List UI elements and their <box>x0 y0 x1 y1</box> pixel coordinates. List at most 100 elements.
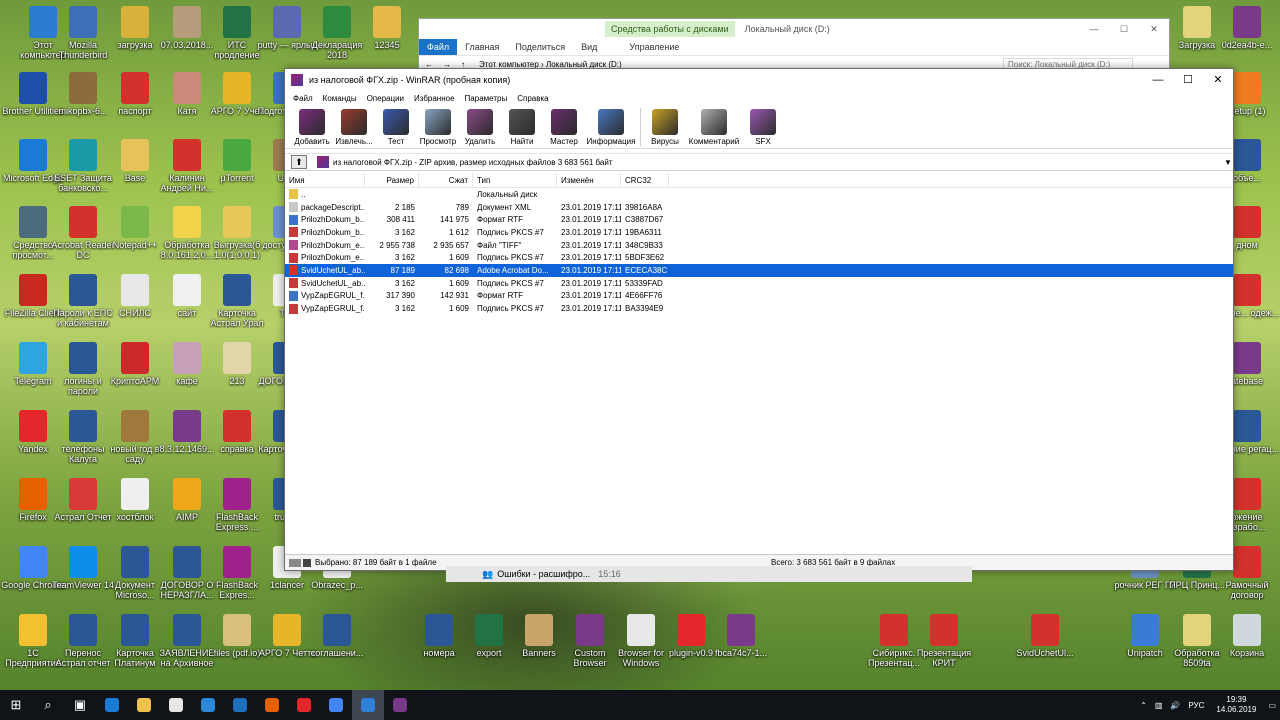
tab-home[interactable]: Главная <box>457 42 507 52</box>
network-icon[interactable]: ▥ <box>1151 701 1167 710</box>
explorer-titlebar[interactable]: Средства работы с дисками Локальный диск… <box>419 19 1169 39</box>
mail-app[interactable] <box>192 690 224 720</box>
column-header[interactable]: Имя <box>285 172 365 188</box>
path-field[interactable]: из налоговой ФГХ.zip - ZIP архив, размер… <box>313 154 1219 170</box>
table-row[interactable]: PrilozhDokum_b... 308 411 141 975 Формат RT… <box>285 213 1233 226</box>
toolbar-button[interactable]: SFX <box>742 109 784 148</box>
tab-share[interactable]: Поделиться <box>507 42 573 52</box>
maximize-icon[interactable]: ☐ <box>1173 69 1203 91</box>
edge-icon <box>19 139 47 171</box>
tab-manage[interactable]: Управление <box>621 42 687 52</box>
toolbar-button[interactable]: Информация <box>585 109 637 148</box>
column-header[interactable]: CRC32 <box>621 172 669 188</box>
teamviewer-icon <box>69 546 97 578</box>
table-row[interactable]: packageDescript... 2 185 789 Документ XML 23… <box>285 201 1233 214</box>
table-row[interactable]: .. Локальный диск <box>285 188 1233 201</box>
maximize-icon[interactable]: ☐ <box>1109 24 1139 35</box>
table-cell: Подпись PKCS #7 <box>477 227 544 237</box>
eset-icon <box>69 139 97 171</box>
1c-icon <box>1183 614 1211 646</box>
winrar-icon <box>1233 342 1261 374</box>
firefox-app[interactable] <box>256 690 288 720</box>
1c-icon <box>223 206 251 238</box>
yandex-app[interactable] <box>288 690 320 720</box>
desktop-shortcut[interactable]: 12345 <box>354 4 420 68</box>
chevron-down-icon[interactable]: ▼ <box>1223 158 1233 167</box>
firefox-icon <box>265 698 279 712</box>
pdf-icon <box>121 274 149 306</box>
toolbar-button[interactable]: Комментарий <box>686 109 742 148</box>
close-icon[interactable]: ✕ <box>1203 69 1233 91</box>
desktop-shortcut[interactable]: 0d2ea4b-e... <box>1214 4 1280 68</box>
up-folder-button[interactable]: ⬆ <box>291 155 307 169</box>
desktop-shortcut[interactable]: Презентация КРИТ <box>911 612 977 676</box>
column-header[interactable]: Сжат <box>419 172 473 188</box>
explorer-app[interactable] <box>128 690 160 720</box>
table-row[interactable]: PrilozhDokum_e... 3 162 1 609 Подпись PKCS … <box>285 251 1233 264</box>
rtf-file-icon <box>289 214 298 225</box>
edge-icon <box>105 698 119 712</box>
table-row[interactable]: PrilozhDokum_e... 2 955 738 2 935 657 Файл … <box>285 239 1233 252</box>
key-icon <box>303 558 311 567</box>
notification-time: 15:16 <box>598 569 621 579</box>
desktop-shortcut[interactable]: Корзина <box>1214 612 1280 676</box>
menu-item[interactable]: Команды <box>318 94 362 103</box>
start-button[interactable]: ⊞ <box>0 690 32 720</box>
table-cell: PrilozhDokum_b... <box>285 227 365 238</box>
tab-view[interactable]: Вид <box>573 42 605 52</box>
store-app[interactable] <box>160 690 192 720</box>
table-cell: SvidUchetUL_ab... <box>285 265 365 276</box>
desktop-shortcut[interactable]: SvidUchetUl... <box>1012 612 1078 676</box>
toolbar-button[interactable]: Извлечь... <box>333 109 375 148</box>
table-row[interactable]: PrilozhDokum_b... 3 162 1 612 Подпись PKCS … <box>285 226 1233 239</box>
column-header[interactable]: Размер <box>365 172 419 188</box>
path-bar: ⬆ из налоговой ФГХ.zip - ZIP архив, разм… <box>285 153 1233 171</box>
table-row[interactable]: SvidUchetUL_ab... 3 162 1 609 Подпись PKCS … <box>285 277 1233 290</box>
notification-bar[interactable]: 👥 Ошибки - расшифро... 15:16 <box>446 566 972 582</box>
close-icon[interactable]: ✕ <box>1139 24 1169 35</box>
toolbar-button[interactable]: Удалить <box>459 109 501 148</box>
yandex-icon <box>297 698 311 712</box>
chrome-app[interactable] <box>320 690 352 720</box>
show-hidden-icon[interactable]: ⌃ <box>1136 701 1151 710</box>
toolbar-button[interactable]: Добавить <box>291 109 333 148</box>
table-row[interactable]: VypZapEGRUL_f... 317 390 142 931 Формат RTF… <box>285 290 1233 303</box>
language-indicator[interactable]: РУС <box>1184 701 1208 710</box>
menu-item[interactable]: Операции <box>362 94 409 103</box>
minimize-icon[interactable]: — <box>1079 24 1109 35</box>
winrar-titlebar[interactable]: из налоговой ФГХ.zip - WinRAR (пробная к… <box>285 69 1233 91</box>
toolbar-button-label: Удалить <box>464 137 496 146</box>
desktop-shortcut[interactable]: fbca74c7-1... <box>708 612 774 676</box>
explorer-window[interactable]: Средства работы с дисками Локальный диск… <box>418 18 1170 74</box>
sig-file-icon <box>289 252 298 263</box>
edge-app[interactable] <box>96 690 128 720</box>
task-view-button[interactable]: ▣ <box>64 690 96 720</box>
toolbar-button[interactable]: Тест <box>375 109 417 148</box>
menu-bar: Файл Команды Операции Избранное Параметры Спр… <box>285 91 1233 105</box>
winrar-app[interactable] <box>384 690 416 720</box>
winrar-window[interactable]: из налоговой ФГХ.zip - WinRAR (пробная к… <box>284 68 1234 571</box>
notifications-icon[interactable]: ▭ <box>1264 701 1280 710</box>
menu-item[interactable]: Параметры <box>460 94 513 103</box>
desktop-shortcut[interactable]: соглашени... <box>304 612 370 676</box>
toolbar-button[interactable]: Найти <box>501 109 543 148</box>
table-cell: .. <box>285 189 365 200</box>
column-header[interactable]: Изменён <box>557 172 621 188</box>
table-row[interactable]: SvidUchetUL_ab... 87 189 82 698 Adobe Acrob… <box>285 264 1233 277</box>
toolbar-button[interactable]: Мастер <box>543 109 585 148</box>
active-app[interactable] <box>352 690 384 720</box>
search-button[interactable]: ⌕ <box>32 690 64 720</box>
minimize-icon[interactable]: — <box>1143 69 1173 91</box>
clock[interactable]: 19:39 14.06.2019 <box>1208 695 1264 715</box>
toolbar-button[interactable]: Просмотр <box>417 109 459 148</box>
menu-item[interactable]: Справка <box>512 94 553 103</box>
tab-file[interactable]: Файл <box>419 39 458 55</box>
photos-app[interactable] <box>224 690 256 720</box>
menu-item[interactable]: Файл <box>288 94 318 103</box>
volume-icon[interactable]: 🔊 <box>1166 701 1184 710</box>
menu-item[interactable]: Избранное <box>409 94 460 103</box>
column-header[interactable]: Тип <box>473 172 557 188</box>
excel-icon <box>223 6 251 38</box>
toolbar-button[interactable]: Вирусы <box>644 109 686 148</box>
table-row[interactable]: VypZapEGRUL_f... 3 162 1 609 Подпись PKCS #… <box>285 302 1233 315</box>
